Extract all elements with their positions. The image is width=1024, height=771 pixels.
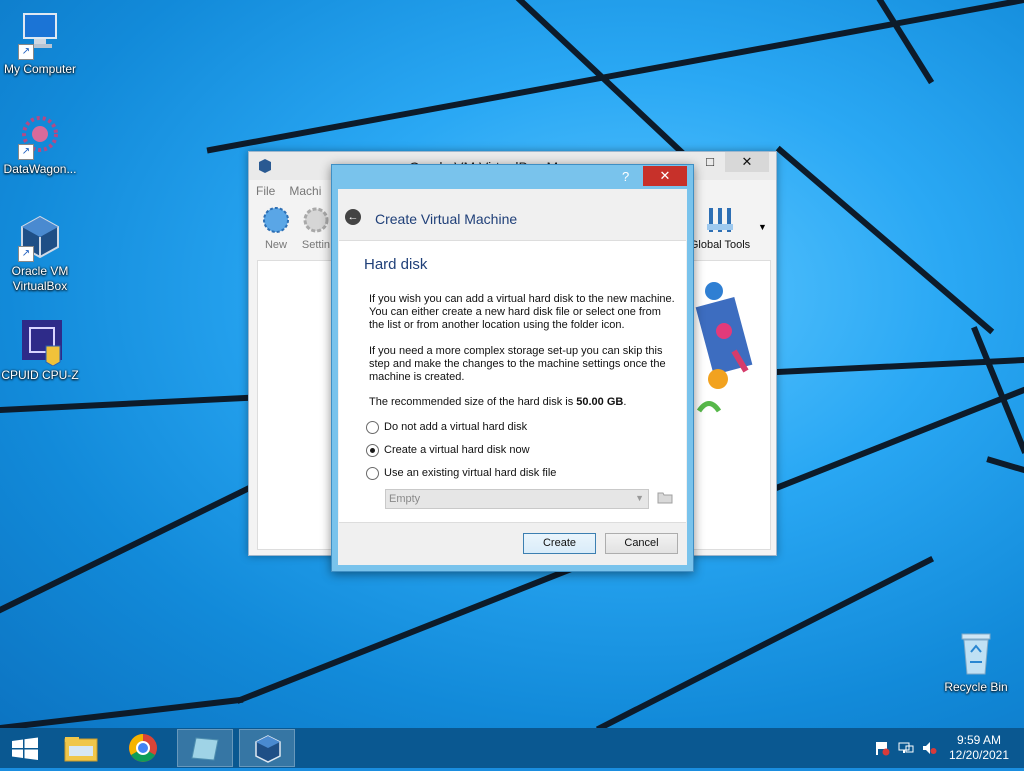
new-icon <box>263 207 289 233</box>
desktop-icon-label: CPUID CPU-Z <box>1 368 79 382</box>
tools-icon <box>707 208 733 232</box>
create-vm-dialog[interactable]: ? ✕ ← Create Virtual Machine Hard disk I… <box>331 164 694 572</box>
volume-muted-icon[interactable] <box>921 740 937 759</box>
clock-time: 9:59 AM <box>956 733 1002 747</box>
storage-text: If you need a more complex storage set-u… <box>369 345 666 383</box>
virtualbox-icon <box>257 158 273 177</box>
computer-icon: ↗ <box>16 12 64 60</box>
toolbar-dropdown-icon[interactable]: ▼ <box>758 222 767 232</box>
dialog-close-button[interactable]: ✕ <box>643 166 687 186</box>
flag-icon[interactable] <box>874 740 890 759</box>
desktop-icon-datawagon[interactable]: ↗ DataWagon... <box>0 112 80 177</box>
folder-icon <box>64 737 98 762</box>
datawagon-icon: ↗ <box>16 112 64 160</box>
global-tools-button[interactable]: Global Tools <box>685 204 755 251</box>
recycle-bin-icon <box>952 630 1000 678</box>
desktop-icon-label: My Computer <box>3 62 77 76</box>
wizard-page: Hard disk If you wish you can add a virt… <box>339 240 686 523</box>
radio-circle[interactable] <box>366 467 379 480</box>
network-icon[interactable] <box>898 740 914 759</box>
back-arrow-icon[interactable]: ← <box>345 209 361 225</box>
intro-text: If you wish you can add a virtual hard d… <box>369 293 675 331</box>
system-clock[interactable]: 9:59 AM 12/20/2021 <box>944 733 1014 763</box>
help-button[interactable]: ? <box>622 169 629 184</box>
radio-circle[interactable] <box>366 421 379 434</box>
existing-disk-select[interactable]: Empty ▼ <box>385 489 649 509</box>
virtualbox-icon: ↗ <box>16 214 64 262</box>
recommended-size-value: 50.00 GB <box>576 396 624 408</box>
windows-logo-icon <box>12 737 38 760</box>
taskbar-chrome[interactable] <box>115 729 171 767</box>
taskbar-file-explorer[interactable] <box>53 729 109 767</box>
close-button[interactable]: ✕ <box>725 152 769 172</box>
desktop-icon-cpuz[interactable]: CPUID CPU-Z <box>0 318 80 383</box>
page-title: Hard disk <box>364 256 428 273</box>
folder-icon[interactable] <box>657 490 673 504</box>
chevron-down-icon: ▼ <box>635 493 644 503</box>
wizard-title: Create Virtual Machine <box>375 211 518 227</box>
mascot-illustration <box>695 282 753 413</box>
app-icon <box>191 737 219 761</box>
chrome-icon <box>129 734 157 762</box>
desktop-icon-recycle-bin[interactable]: Recycle Bin <box>936 630 1016 695</box>
recommended-size-text: The recommended size of the hard disk is… <box>369 396 627 408</box>
global-tools-label: Global Tools <box>689 239 751 251</box>
gear-icon <box>303 207 329 233</box>
cpuz-icon <box>16 318 64 367</box>
menu-file[interactable]: File <box>249 180 282 202</box>
radio-label: Create a virtual hard disk now <box>384 444 530 456</box>
desktop-icon-virtualbox[interactable]: ↗ Oracle VM VirtualBox <box>0 214 80 294</box>
clock-date: 12/20/2021 <box>948 748 1010 762</box>
wizard-header: ← Create Virtual Machine <box>338 189 687 239</box>
cancel-button[interactable]: Cancel <box>605 533 678 554</box>
taskbar-virtualbox[interactable] <box>239 729 295 767</box>
desktop-icon-label: Oracle VM VirtualBox <box>11 264 69 293</box>
radio-label: Do not add a virtual hard disk <box>384 421 528 433</box>
menu-machine[interactable]: Machi <box>282 180 328 202</box>
dialog-body: ← Create Virtual Machine Hard disk If yo… <box>338 189 687 565</box>
desktop-icon-label: DataWagon... <box>3 162 77 176</box>
taskbar: 9:59 AM 12/20/2021 <box>0 728 1024 768</box>
radio-circle-selected[interactable] <box>366 444 379 457</box>
desktop: ↗ My Computer ↗ DataWagon... ↗ Oracle VM… <box>0 0 1024 728</box>
machine-list-pane[interactable] <box>257 260 337 550</box>
start-button[interactable] <box>0 729 50 767</box>
radio-label: Use an existing virtual hard disk file <box>384 467 557 479</box>
desktop-icon-label: Recycle Bin <box>944 680 1008 694</box>
dialog-titlebar[interactable]: ? ✕ <box>332 165 693 189</box>
select-value: Empty <box>389 493 421 505</box>
welcome-pane <box>693 260 771 550</box>
virtualbox-icon <box>255 735 281 763</box>
maximize-button[interactable]: □ <box>695 152 725 172</box>
desktop-icon-my-computer[interactable]: ↗ My Computer <box>0 12 80 77</box>
taskbar-app[interactable] <box>177 729 233 767</box>
create-button[interactable]: Create <box>523 533 596 554</box>
